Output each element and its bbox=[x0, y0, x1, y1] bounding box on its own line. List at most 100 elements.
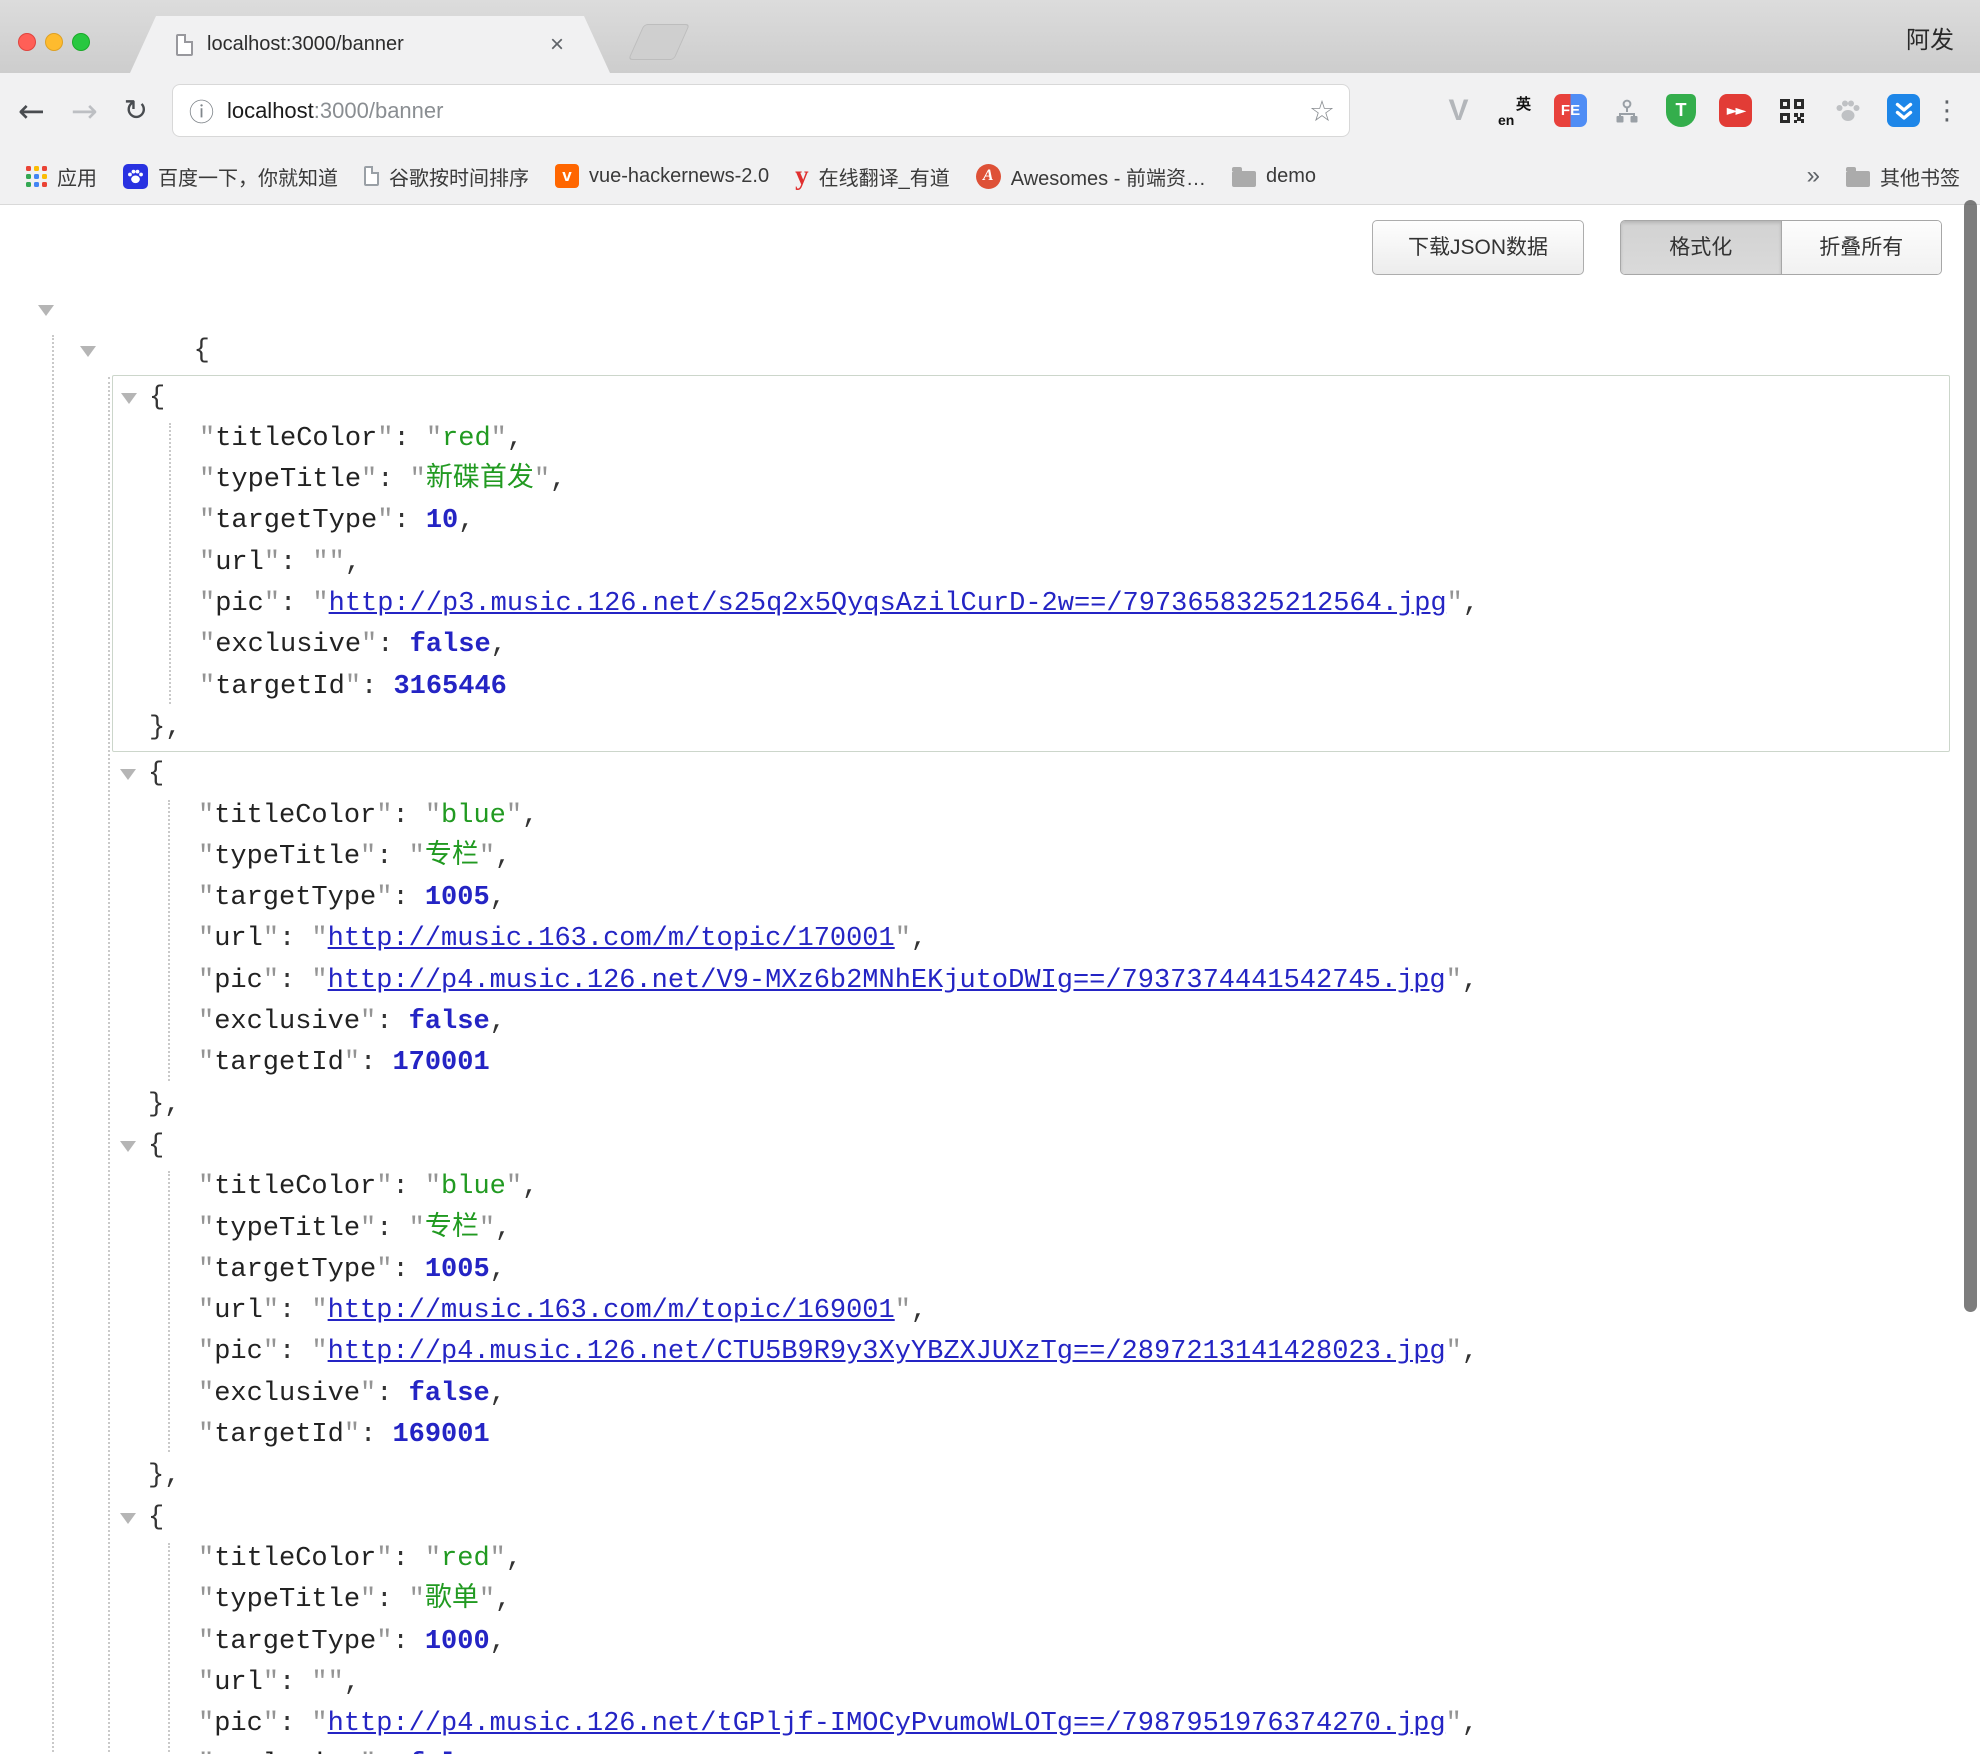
open-brace: { bbox=[148, 1131, 164, 1161]
quote: " bbox=[409, 1214, 425, 1244]
field-key: typeTitle bbox=[214, 1585, 360, 1615]
info-icon[interactable]: ⓘ bbox=[189, 93, 214, 129]
collapse-triangle[interactable] bbox=[120, 1513, 136, 1524]
field-key: typeTitle bbox=[214, 1214, 360, 1244]
quote: " bbox=[198, 966, 214, 996]
comma: , bbox=[495, 842, 511, 872]
quote: " bbox=[312, 548, 328, 578]
translate-cn-label: 英 bbox=[1516, 93, 1531, 114]
field-key: titleColor bbox=[214, 1172, 376, 1202]
download-chevrons-icon[interactable] bbox=[1887, 94, 1920, 127]
quote: " bbox=[263, 1668, 279, 1698]
profile-name[interactable]: 阿发 bbox=[1906, 20, 1954, 55]
collapse-triangle[interactable] bbox=[80, 346, 96, 357]
json-field-row: "exclusive": false, bbox=[0, 1002, 1980, 1043]
quote: " bbox=[263, 1296, 279, 1326]
collapse-triangle[interactable] bbox=[38, 305, 54, 316]
forward-icon[interactable]: → bbox=[71, 95, 98, 127]
quote: " bbox=[479, 842, 495, 872]
address-bar[interactable]: ⓘ localhost :3000/banner ☆ bbox=[172, 84, 1350, 137]
url-link[interactable]: http://music.163.com/m/topic/170001 bbox=[328, 924, 895, 954]
browser-tab[interactable]: localhost:3000/banner × bbox=[130, 16, 610, 73]
string-value: red bbox=[442, 424, 491, 454]
url-link[interactable]: http://p4.music.126.net/V9-MXz6b2MNhEKju… bbox=[328, 966, 1446, 996]
field-key: typeTitle bbox=[214, 842, 360, 872]
bookmark-apps[interactable]: 应用 bbox=[26, 162, 97, 191]
translate-en-label: en bbox=[1498, 112, 1514, 128]
field-key: targetId bbox=[215, 672, 345, 702]
quote: " bbox=[344, 1048, 360, 1078]
zoom-window-button[interactable] bbox=[72, 33, 90, 51]
fast-forward-icon[interactable]: ►► bbox=[1719, 94, 1752, 127]
other-bookmarks[interactable]: 其他书签 bbox=[1846, 162, 1960, 191]
url-path: :3000/banner bbox=[314, 98, 444, 124]
url-link[interactable]: http://p4.music.126.net/CTU5B9R9y3XyYBZX… bbox=[328, 1337, 1446, 1367]
vue-devtools-icon[interactable]: V bbox=[1442, 94, 1475, 127]
bookmark-star-icon[interactable]: ☆ bbox=[1309, 94, 1335, 128]
bookmark-youdao[interactable]: y 在线翻译_有道 bbox=[795, 162, 950, 191]
colon: : bbox=[376, 1007, 408, 1037]
field-key: url bbox=[214, 1668, 263, 1698]
bookmark-google-sort[interactable]: 谷歌按时间排序 bbox=[364, 162, 529, 191]
object-fields: "titleColor": "blue","typeTitle": "专栏","… bbox=[0, 796, 1980, 1085]
tab-title: localhost:3000/banner bbox=[207, 33, 538, 56]
quote: " bbox=[328, 1668, 344, 1698]
json-field-row: "targetId": 170001 bbox=[0, 1043, 1980, 1084]
bookmark-folder-demo[interactable]: demo bbox=[1232, 165, 1316, 188]
colon: : bbox=[279, 1668, 311, 1698]
string-value: blue bbox=[441, 1172, 506, 1202]
collapse-triangle[interactable] bbox=[121, 393, 137, 404]
minimize-window-button[interactable] bbox=[45, 33, 63, 51]
bookmarks-overflow-chevron[interactable]: » bbox=[1807, 162, 1820, 190]
close-window-button[interactable] bbox=[18, 33, 36, 51]
qr-code-icon[interactable] bbox=[1775, 94, 1808, 127]
comma: , bbox=[550, 465, 566, 495]
close-brace: }, bbox=[149, 713, 181, 743]
quote: " bbox=[329, 548, 345, 578]
reload-icon[interactable]: ↻ bbox=[124, 96, 148, 125]
bookmark-label: vue-hackernews-2.0 bbox=[589, 165, 769, 188]
translate-icon[interactable]: 英 en bbox=[1498, 94, 1531, 127]
sitemap-icon[interactable] bbox=[1610, 94, 1643, 127]
shield-icon[interactable]: T bbox=[1666, 94, 1696, 127]
json-field-row: "pic": "http://p4.music.126.net/CTU5B9R9… bbox=[0, 1332, 1980, 1373]
collapse-triangle[interactable] bbox=[120, 1141, 136, 1152]
quote: " bbox=[198, 1709, 214, 1739]
browser-menu-icon[interactable]: ⋮ bbox=[1934, 73, 1960, 148]
bookmarks-bar: 应用 百度一下，你就知道 谷歌按时间排序 v vue-hackernews-2.… bbox=[0, 148, 1980, 205]
comma: , bbox=[507, 424, 523, 454]
extension-icons: V 英 en FE T ►► bbox=[1442, 73, 1920, 148]
close-brace: }, bbox=[148, 1090, 180, 1120]
quote: " bbox=[895, 1296, 911, 1326]
url-link[interactable]: http://p4.music.126.net/tGPljf-IMOCyPvum… bbox=[328, 1709, 1446, 1739]
bookmark-baidu[interactable]: 百度一下，你就知道 bbox=[123, 162, 338, 191]
tab-close-icon[interactable]: × bbox=[550, 33, 564, 57]
colon: : bbox=[392, 883, 424, 913]
collapse-triangle[interactable] bbox=[120, 769, 136, 780]
colon: : bbox=[279, 924, 311, 954]
comma: , bbox=[490, 883, 506, 913]
json-field-row: "exclusive": false, bbox=[113, 625, 1949, 666]
colon: : bbox=[280, 548, 312, 578]
new-tab-button[interactable] bbox=[628, 24, 690, 60]
colon: : bbox=[376, 842, 408, 872]
number-value: 170001 bbox=[392, 1048, 489, 1078]
quote: " bbox=[534, 465, 550, 495]
scrollbar-thumb[interactable] bbox=[1964, 200, 1977, 1312]
quote: " bbox=[361, 465, 377, 495]
bookmark-awesomes[interactable]: A Awesomes - 前端资… bbox=[976, 162, 1206, 191]
page-icon bbox=[176, 34, 193, 56]
colon: : bbox=[279, 966, 311, 996]
fehelper-icon[interactable]: FE bbox=[1554, 94, 1587, 127]
comma: , bbox=[495, 1585, 511, 1615]
quote: " bbox=[479, 1585, 495, 1615]
url-link[interactable]: http://music.163.com/m/topic/169001 bbox=[328, 1296, 895, 1326]
json-field-row: "url": "", bbox=[113, 543, 1949, 584]
url-link[interactable]: http://p3.music.126.net/s25q2x5QyqsAzilC… bbox=[329, 589, 1447, 619]
back-icon[interactable]: ← bbox=[18, 95, 45, 127]
quote: " bbox=[426, 424, 442, 454]
paw-icon[interactable] bbox=[1831, 94, 1864, 127]
field-key: typeTitle bbox=[215, 465, 361, 495]
bookmark-vue-hackernews[interactable]: v vue-hackernews-2.0 bbox=[555, 164, 769, 188]
comma: , bbox=[1462, 966, 1478, 996]
